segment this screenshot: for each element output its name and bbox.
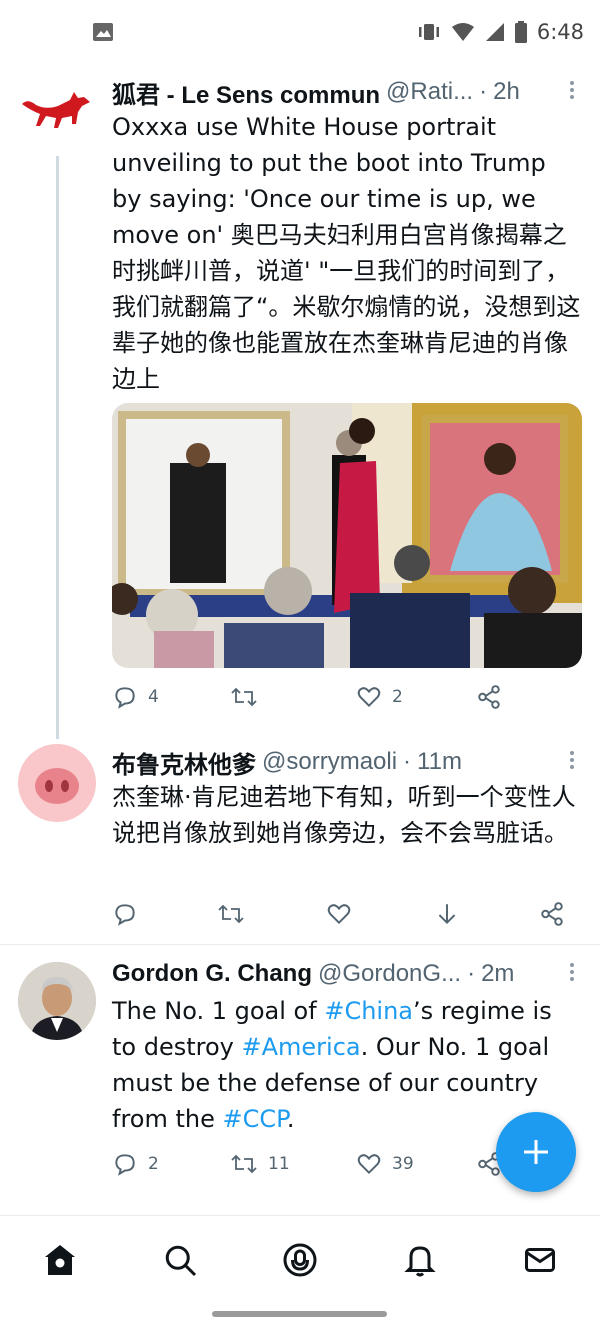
retweet-icon	[231, 1154, 257, 1174]
wifi-icon	[451, 23, 474, 41]
tweet-actions: 4 2	[112, 681, 582, 713]
gallery-icon	[93, 23, 113, 41]
share-button[interactable]	[476, 681, 502, 713]
retweet-button[interactable]	[217, 898, 245, 930]
notifications-icon[interactable]	[402, 1242, 438, 1278]
tweet-text: 杰奎琳·肯尼迪若地下有知，听到一个变性人说把肖像放到她肖像旁边，会不会骂脏话。	[112, 783, 576, 847]
share-icon	[541, 902, 563, 926]
messages-icon[interactable]	[522, 1242, 558, 1278]
red-fox-logo	[22, 92, 90, 128]
status-bar: 6:48	[0, 0, 600, 64]
separator-dot: ·	[479, 78, 488, 105]
tweet-header: 布鲁克林他爹 @sorrymaoli · 11m	[112, 745, 560, 779]
separator-dot: ·	[403, 748, 412, 775]
share-button[interactable]	[539, 898, 565, 930]
heart-icon	[357, 1154, 381, 1175]
tweet-header: Gordon G. Chang @GordonG... · 2m	[112, 957, 560, 991]
arrow-down-icon	[438, 904, 456, 925]
author-handle[interactable]: @sorrymaoli	[262, 748, 397, 776]
tweet-text: Oxxxa use White House portrait unveiling…	[112, 113, 581, 393]
reply-button[interactable]	[112, 898, 138, 930]
portrait-unveiling-photo	[112, 403, 582, 668]
hashtag-link[interactable]: #China	[324, 997, 413, 1025]
battery-icon	[514, 21, 527, 43]
retweet-icon	[218, 904, 244, 924]
retweet-icon	[231, 687, 257, 707]
tweet-text: The No. 1 goal of #China’s regime is to …	[112, 993, 582, 1137]
author-handle[interactable]: @Rati...	[386, 78, 473, 106]
author-handle[interactable]: @GordonG...	[318, 960, 461, 988]
heart-icon	[327, 904, 351, 925]
retweet-count: 11	[268, 1154, 290, 1174]
tweet-time: 2h	[493, 78, 520, 105]
pig-nose-icon	[35, 768, 79, 804]
author-name[interactable]: 布鲁克林他爹	[112, 745, 256, 780]
share-icon	[478, 685, 500, 709]
tweet-photo[interactable]	[112, 403, 582, 668]
reply-count: 2	[148, 1154, 159, 1174]
profile-photo	[18, 962, 96, 1040]
reply-icon	[115, 904, 135, 926]
more-options-icon[interactable]	[568, 960, 576, 982]
like-count: 39	[392, 1154, 414, 1174]
reply-count: 4	[148, 687, 159, 707]
reply-button[interactable]: 2	[112, 1148, 159, 1180]
vibrate-icon	[418, 24, 439, 40]
author-name[interactable]: Gordon G. Chang	[112, 960, 312, 988]
status-time: 6:48	[536, 20, 584, 44]
gesture-bar[interactable]	[212, 1311, 387, 1317]
home-icon[interactable]	[42, 1242, 78, 1278]
tweet-time: 11m	[417, 748, 462, 775]
plus-icon	[524, 1140, 548, 1164]
download-button[interactable]	[434, 898, 460, 930]
author-name[interactable]: 狐君 - Le Sens commun	[112, 75, 380, 110]
tweet-actions	[112, 898, 582, 930]
thread-line	[56, 156, 59, 739]
tweet-2[interactable]: 布鲁克林他爹 @sorrymaoli · 11m 杰奎琳·肯尼迪若地下有知，听到…	[0, 739, 600, 944]
hashtag-link[interactable]: #CCP	[223, 1105, 287, 1133]
spaces-icon[interactable]	[282, 1242, 318, 1278]
heart-icon	[357, 687, 381, 708]
avatar[interactable]	[18, 72, 96, 150]
separator-dot: ·	[467, 960, 476, 987]
text-segment: .	[286, 1105, 295, 1133]
like-button[interactable]	[326, 898, 352, 930]
reply-button[interactable]: 4	[112, 681, 159, 713]
retweet-button[interactable]: 11	[230, 1148, 290, 1180]
tweet-header: 狐君 - Le Sens commun @Rati... · 2h	[112, 75, 560, 109]
more-options-icon[interactable]	[568, 748, 576, 770]
tweet-1[interactable]: 狐君 - Le Sens commun @Rati... · 2h Oxxxa …	[0, 64, 600, 739]
signal-icon	[485, 23, 504, 41]
like-button[interactable]: 39	[356, 1148, 414, 1180]
tweet-time: 2m	[481, 960, 515, 987]
more-options-icon[interactable]	[568, 78, 576, 100]
like-button[interactable]: 2	[356, 681, 403, 713]
avatar[interactable]	[18, 744, 96, 822]
search-icon[interactable]	[162, 1242, 198, 1278]
reply-icon	[115, 1154, 135, 1176]
retweet-button[interactable]	[230, 681, 268, 713]
text-segment: The No. 1 goal of	[112, 997, 325, 1025]
compose-tweet-button[interactable]	[496, 1112, 576, 1192]
reply-icon	[115, 687, 135, 709]
avatar[interactable]	[18, 962, 96, 1040]
hashtag-link[interactable]: #America	[242, 1033, 361, 1061]
like-count: 2	[392, 687, 403, 707]
